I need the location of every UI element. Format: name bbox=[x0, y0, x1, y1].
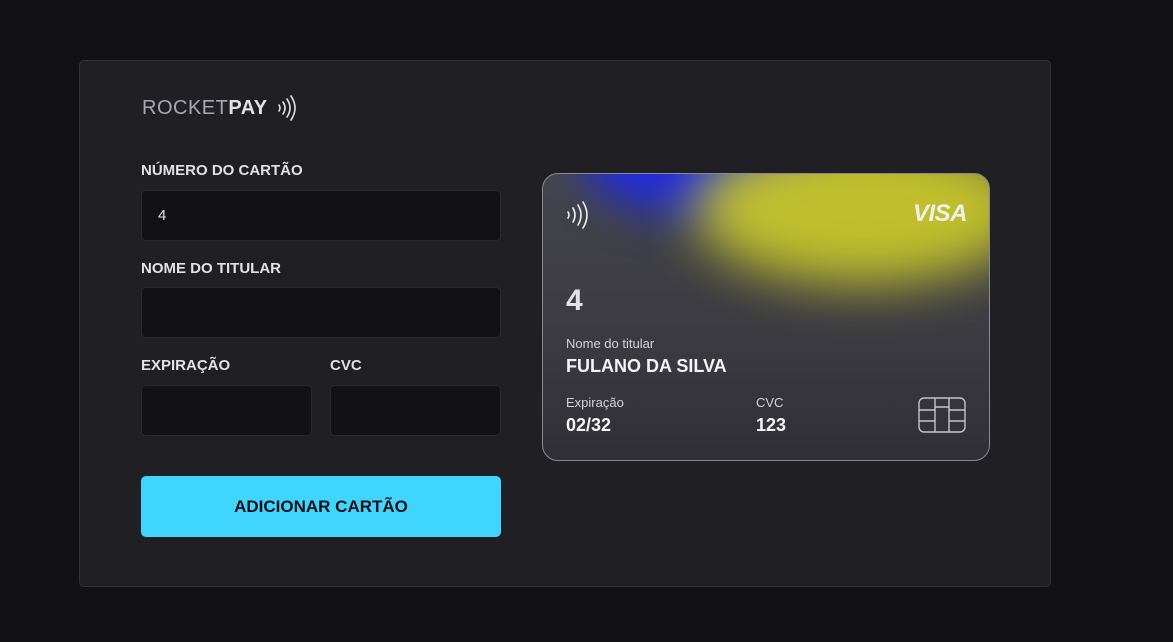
expiration-input[interactable] bbox=[141, 385, 312, 436]
rocketpay-logo: ROCKET PAY bbox=[142, 95, 299, 121]
payment-panel: ROCKET PAY NÚMERO DO CARTÃO NOME DO TITU… bbox=[79, 60, 1051, 587]
holder-name-input[interactable] bbox=[141, 287, 501, 338]
card-cvc-value: 123 bbox=[756, 415, 787, 435]
card-cvc-label: CVC bbox=[756, 395, 784, 410]
holder-name-label: NOME DO TITULAR bbox=[141, 260, 281, 277]
card-expiration-value: 02/32 bbox=[566, 415, 612, 435]
card-holder-value: FULANO DA SILVA bbox=[566, 356, 727, 376]
card-holder-label: Nome do titular bbox=[566, 336, 655, 351]
card-expiration-label: Expiração bbox=[566, 395, 624, 410]
chip-icon bbox=[918, 397, 966, 433]
logo-text-light: ROCKET bbox=[142, 96, 229, 119]
cvc-input[interactable] bbox=[330, 385, 501, 436]
contactless-icon bbox=[277, 95, 296, 121]
card-number-input[interactable] bbox=[141, 190, 501, 241]
contactless-icon bbox=[567, 201, 588, 229]
card-preview-number: 4 bbox=[566, 284, 583, 317]
add-card-button[interactable]: ADICIONAR CARTÃO bbox=[141, 476, 501, 537]
expiration-label: EXPIRAÇÃO bbox=[141, 357, 231, 374]
card-preview: VISA 4 Nome do titular FULANO DA SILVA E… bbox=[542, 173, 990, 461]
logo-text-bold: PAY bbox=[228, 96, 268, 119]
card-brand-visa: VISA bbox=[912, 200, 968, 227]
card-number-label: NÚMERO DO CARTÃO bbox=[141, 162, 303, 179]
cvc-label: CVC bbox=[330, 357, 362, 374]
